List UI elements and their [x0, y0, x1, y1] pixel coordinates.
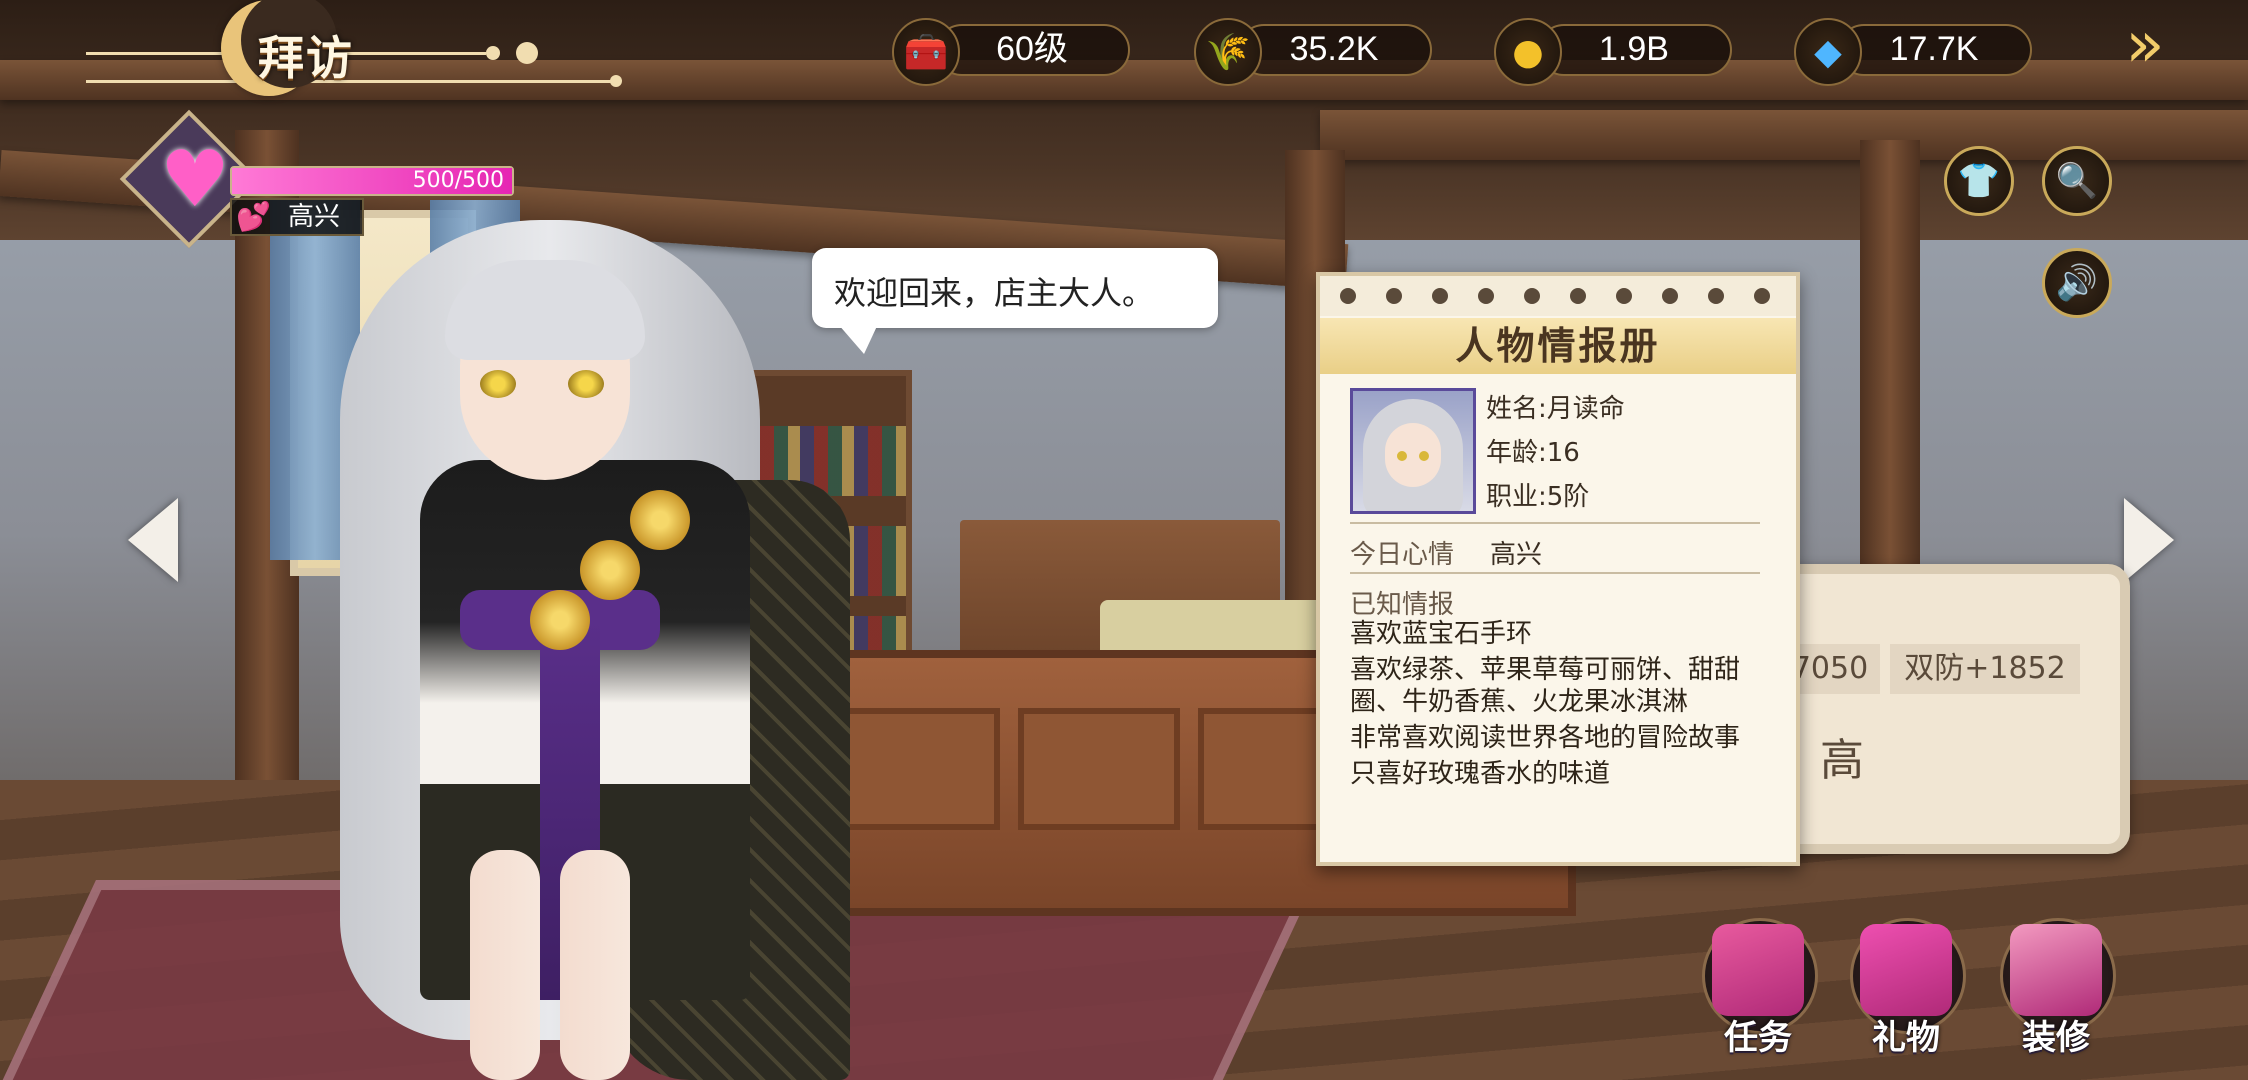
task-label: 任务 [1724, 1018, 1792, 1058]
divider [1350, 522, 1760, 524]
binding-ring [1524, 288, 1540, 304]
sound-button[interactable]: 🔊 [2042, 248, 2112, 318]
decor-dot [486, 46, 500, 60]
decor-dot [610, 75, 622, 87]
portrait-face [1385, 423, 1441, 487]
decorate-label: 装修 [2022, 1018, 2090, 1058]
speaker-icon: 🔊 [2055, 263, 2099, 303]
binding-ring [1616, 288, 1632, 304]
task-button[interactable]: 任务 [1698, 918, 1818, 1058]
binding-ring [1708, 288, 1724, 304]
notebook-title: 人物情报册 [1455, 324, 1661, 368]
binding-ring [1570, 288, 1586, 304]
known-info-list: 喜欢蓝宝石手环 喜欢绿茶、苹果草莓可丽饼、甜甜圈、牛奶香蕉、火龙果冰淇淋 非常喜… [1350, 618, 1770, 794]
speech-text: 欢迎回来，店主大人。 [834, 274, 1155, 312]
gift-box-icon [1860, 924, 1952, 1016]
visit-header: 拜访 [86, 0, 626, 100]
resource-value: 1.9B [1599, 30, 1669, 68]
treasure-chest-icon: 🧰 [892, 18, 960, 86]
portrait-eye [1419, 451, 1429, 461]
wardrobe-icon [2010, 924, 2102, 1016]
known-info-item: 喜欢绿茶、苹果草莓可丽饼、甜甜圈、牛奶香蕉、火龙果冰淇淋 [1350, 655, 1741, 717]
character-eye [568, 370, 604, 398]
mood-badge: 💕 高兴 [230, 198, 364, 236]
mood-value: 高兴 [1490, 540, 1543, 570]
notebook-title-bar: 人物情报册 [1320, 318, 1796, 374]
character-tsukuyomi[interactable] [310, 220, 870, 1080]
binding-ring [1478, 288, 1494, 304]
binding-ring [1754, 288, 1770, 304]
portrait-eye [1397, 451, 1407, 461]
mood-label: 今日心情 [1350, 540, 1455, 570]
decor-dot [516, 42, 538, 64]
back-button[interactable]: » [2100, 10, 2190, 80]
character-rank: 职业:5阶 [1486, 482, 1590, 512]
binding-ring [1432, 288, 1448, 304]
gift-button[interactable]: 礼物 [1846, 918, 1966, 1058]
resource-value: 17.7K [1889, 30, 1979, 68]
known-info-label: 已知情报 [1350, 590, 1455, 620]
speech-bubble: 欢迎回来，店主大人。 [812, 248, 1218, 354]
stats-card: 7050 双防+1852 高 [1770, 564, 2130, 854]
rose-decoration [580, 540, 640, 600]
known-info-item: 喜欢蓝宝石手环 [1350, 619, 1533, 649]
notebook-binding [1320, 276, 1796, 316]
character-age: 年龄:16 [1486, 438, 1580, 468]
divider [1350, 572, 1760, 574]
outfit-button[interactable]: 👕 [1944, 146, 2014, 216]
character-eye [480, 370, 516, 398]
prev-character-arrow[interactable] [128, 498, 178, 582]
magnifier-icon: 🔍 [2055, 161, 2099, 201]
hearts-icon: 💕 [236, 200, 271, 233]
affection-panel: ♥ 500/500 💕 高兴 [119, 109, 530, 250]
affection-bar: 500/500 [230, 166, 514, 196]
character-bangs [445, 260, 645, 360]
binding-ring [1340, 288, 1356, 304]
rose-decoration [530, 590, 590, 650]
character-leg [560, 850, 630, 1080]
decorate-button[interactable]: 装修 [1996, 918, 2116, 1058]
mood-text: 高兴 [288, 202, 341, 232]
next-character-arrow[interactable] [2124, 498, 2174, 582]
character-portrait [1350, 388, 1476, 514]
known-info-item: 非常喜欢阅读世界各地的冒险故事 [1350, 723, 1741, 753]
diamond-plus-icon: ◆ [1794, 18, 1862, 86]
page-title: 拜访 [258, 31, 354, 85]
grain-sack-icon: 🌾 [1194, 18, 1262, 86]
stats-grade: 高 [1820, 735, 1864, 786]
ceiling-beam [1320, 110, 2248, 160]
search-button[interactable]: 🔍 [2042, 146, 2112, 216]
character-leg [470, 850, 540, 1080]
rose-decoration [630, 490, 690, 550]
gift-label: 礼物 [1872, 1018, 1940, 1058]
double-chevron-right-icon: » [2125, 8, 2165, 82]
spellbook-icon [1712, 924, 1804, 1016]
speech-tail [837, 324, 887, 354]
bed-panel [1018, 708, 1180, 830]
stats-value: 双防+1852 [1890, 644, 2080, 694]
binding-ring [1662, 288, 1678, 304]
character-name: 姓名:月读命 [1486, 394, 1625, 424]
known-info-item: 只喜好玫瑰香水的味道 [1350, 759, 1611, 789]
resource-value: 60级 [996, 30, 1068, 68]
heart-icon: ♥ [160, 135, 230, 225]
binding-ring [1386, 288, 1402, 304]
resource-value: 35.2K [1289, 30, 1379, 68]
character-info-notebook: 人物情报册 姓名:月读命 年龄:16 职业:5阶 今日心情 高兴 已知情报 喜欢… [1316, 272, 1800, 866]
affection-value: 500/500 [412, 168, 504, 193]
shirt-icon: 👕 [1957, 161, 2001, 201]
gold-coin-icon: ● [1494, 18, 1562, 86]
